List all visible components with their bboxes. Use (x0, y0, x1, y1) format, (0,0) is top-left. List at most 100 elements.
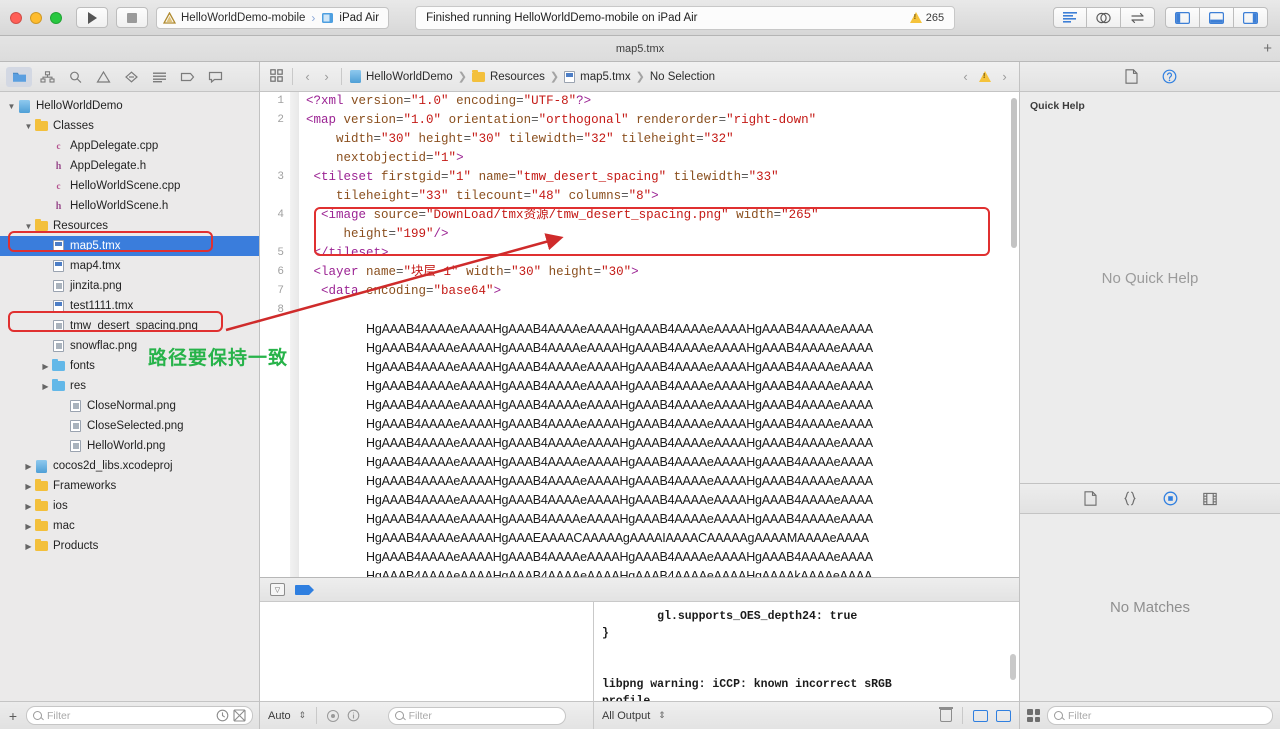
disclosure-triangle-icon[interactable]: ▶ (40, 362, 51, 371)
library-filter-field[interactable]: Filter (1047, 706, 1273, 725)
breadcrumb-item-group[interactable]: Resources (490, 71, 545, 83)
tree-row[interactable]: ▼ Resources (0, 216, 259, 236)
go-back-button[interactable]: ‹ (301, 69, 314, 84)
breakpoint-flag-icon[interactable] (295, 584, 314, 595)
assistant-editor-button[interactable] (1087, 7, 1121, 28)
variables-scope-label[interactable]: Auto (268, 710, 291, 722)
symbol-navigator-icon[interactable] (34, 67, 60, 87)
breadcrumb-item-project[interactable]: HelloWorldDemo (366, 71, 453, 83)
standard-editor-button[interactable] (1053, 7, 1087, 28)
disclosure-triangle-icon[interactable]: ▶ (23, 462, 34, 471)
console-scope-stepper[interactable]: ⇕ (658, 710, 666, 721)
code-text[interactable]: <?xml version="1.0" encoding="UTF-8"?> <m… (299, 92, 1019, 577)
tree-row[interactable]: map5.tmx (0, 236, 259, 256)
console-scope-label[interactable]: All Output (602, 710, 650, 722)
disclosure-triangle-icon[interactable]: ▶ (23, 502, 34, 511)
next-issue-button[interactable]: › (998, 69, 1011, 84)
tree-row-label: map4.tmx (70, 260, 121, 272)
scheme-selector[interactable]: HelloWorldDemo-mobile › iPad Air (156, 6, 390, 29)
file-template-library-icon[interactable] (1079, 489, 1101, 509)
tree-row[interactable]: ▶ mac (0, 516, 259, 536)
editor-vertical-scrollbar[interactable] (1011, 98, 1017, 248)
tree-row[interactable]: c AppDelegate.cpp (0, 136, 259, 156)
find-navigator-icon[interactable] (62, 67, 88, 87)
tree-row[interactable]: ▶ ios (0, 496, 259, 516)
project-navigator-icon[interactable] (6, 66, 32, 87)
navigator-filter-field[interactable]: Filter (26, 706, 253, 725)
object-library-icon[interactable] (1159, 489, 1181, 509)
library-footer: Filter (1020, 701, 1280, 729)
toggle-utilities-button[interactable] (1234, 7, 1268, 28)
disclosure-triangle-icon[interactable]: ▼ (23, 222, 34, 231)
disclosure-triangle-icon[interactable]: ▼ (6, 102, 17, 111)
tree-row[interactable]: ▼ Classes (0, 116, 259, 136)
version-editor-button[interactable] (1121, 7, 1155, 28)
minimize-button[interactable] (30, 11, 42, 24)
grid-view-icon[interactable] (1027, 709, 1040, 722)
breadcrumb-item-selection[interactable]: No Selection (650, 71, 715, 83)
add-file-button[interactable]: + (6, 708, 20, 724)
tree-row[interactable]: ▶ res (0, 376, 259, 396)
png-file-icon (53, 280, 64, 292)
variables-scope-stepper[interactable]: ⇕ (299, 710, 307, 721)
base64-data-line: HgAAAB4AAAAeAAAAHgAAAB4AAAAeAAAAHgAAAB4A… (366, 455, 873, 469)
toggle-debug-button[interactable] (1200, 7, 1234, 28)
tree-row[interactable]: h AppDelegate.h (0, 156, 259, 176)
show-variables-pane-icon[interactable] (973, 709, 988, 722)
tree-row[interactable]: c HelloWorldScene.cpp (0, 176, 259, 196)
search-icon (1054, 711, 1063, 720)
code-folding-ribbon[interactable] (290, 92, 299, 577)
toggle-navigator-button[interactable] (1165, 7, 1200, 28)
console-content[interactable]: gl.supports_OES_depth24: true } libpng w… (593, 602, 1019, 701)
project-tree[interactable]: ▼ HelloWorldDemo ▼ Classes c AppDelegate.cpp h… (0, 92, 259, 701)
stop-button[interactable] (116, 7, 148, 28)
variables-content[interactable] (260, 602, 593, 701)
disclosure-triangle-icon[interactable]: ▶ (23, 522, 34, 531)
source-editor[interactable]: 12··3·4·5678 <?xml version="1.0" encodin… (260, 92, 1019, 577)
disclosure-triangle-icon[interactable]: ▶ (40, 382, 51, 391)
issue-navigator-icon[interactable] (90, 67, 116, 87)
run-button[interactable] (76, 7, 108, 28)
go-forward-button[interactable]: › (320, 69, 333, 84)
clear-console-icon[interactable] (939, 707, 953, 722)
report-navigator-icon[interactable] (202, 67, 228, 87)
variables-filter-field[interactable]: Filter (387, 706, 566, 725)
previous-issue-button[interactable]: ‹ (959, 69, 972, 84)
tree-row[interactable]: HelloWorld.png (0, 436, 259, 456)
breakpoint-navigator-icon[interactable] (174, 67, 200, 87)
tree-row[interactable]: tmw_desert_spacing.png (0, 316, 259, 336)
related-items-icon[interactable] (268, 68, 284, 85)
show-console-pane-icon[interactable] (996, 709, 1011, 722)
tree-row[interactable]: ▼ HelloWorldDemo (0, 96, 259, 116)
tree-row[interactable]: CloseNormal.png (0, 396, 259, 416)
cpp-file-icon: c (56, 181, 61, 191)
breadcrumb-chevron-3: ❯ (635, 71, 645, 83)
media-library-icon[interactable] (1199, 489, 1221, 509)
debug-navigator-icon[interactable] (146, 67, 172, 87)
tree-row[interactable]: ▶ Frameworks (0, 476, 259, 496)
tree-row[interactable]: CloseSelected.png (0, 416, 259, 436)
tree-row[interactable]: h HelloWorldScene.h (0, 196, 259, 216)
tree-row[interactable]: test1111.tmx (0, 296, 259, 316)
test-navigator-icon[interactable] (118, 67, 144, 87)
breadcrumb-item-file[interactable]: map5.tmx (580, 71, 631, 83)
tree-row[interactable]: snowflac.png (0, 336, 259, 356)
active-tab-title[interactable]: map5.tmx (616, 43, 664, 55)
tree-row[interactable]: ▶ Products (0, 536, 259, 556)
tree-row[interactable]: map4.tmx (0, 256, 259, 276)
jumpbar-warning-icon[interactable] (979, 71, 991, 82)
warning-indicator[interactable]: 265 (909, 12, 944, 24)
disclosure-triangle-icon[interactable]: ▼ (23, 122, 34, 131)
tree-row[interactable]: ▶ cocos2d_libs.xcodeproj (0, 456, 259, 476)
tree-row[interactable]: ▶ fonts (0, 356, 259, 376)
close-button[interactable] (10, 11, 22, 24)
code-snippet-library-icon[interactable] (1119, 489, 1141, 509)
watch-icon[interactable] (327, 709, 340, 722)
hide-debug-area-icon[interactable]: ▽ (270, 583, 285, 596)
disclosure-triangle-icon[interactable]: ▶ (23, 482, 34, 491)
disclosure-triangle-icon[interactable]: ▶ (23, 542, 34, 551)
tree-row[interactable]: jinzita.png (0, 276, 259, 296)
console-scrollbar[interactable] (1010, 654, 1016, 680)
new-tab-button[interactable]: + (1263, 41, 1272, 56)
maximize-button[interactable] (50, 11, 62, 24)
